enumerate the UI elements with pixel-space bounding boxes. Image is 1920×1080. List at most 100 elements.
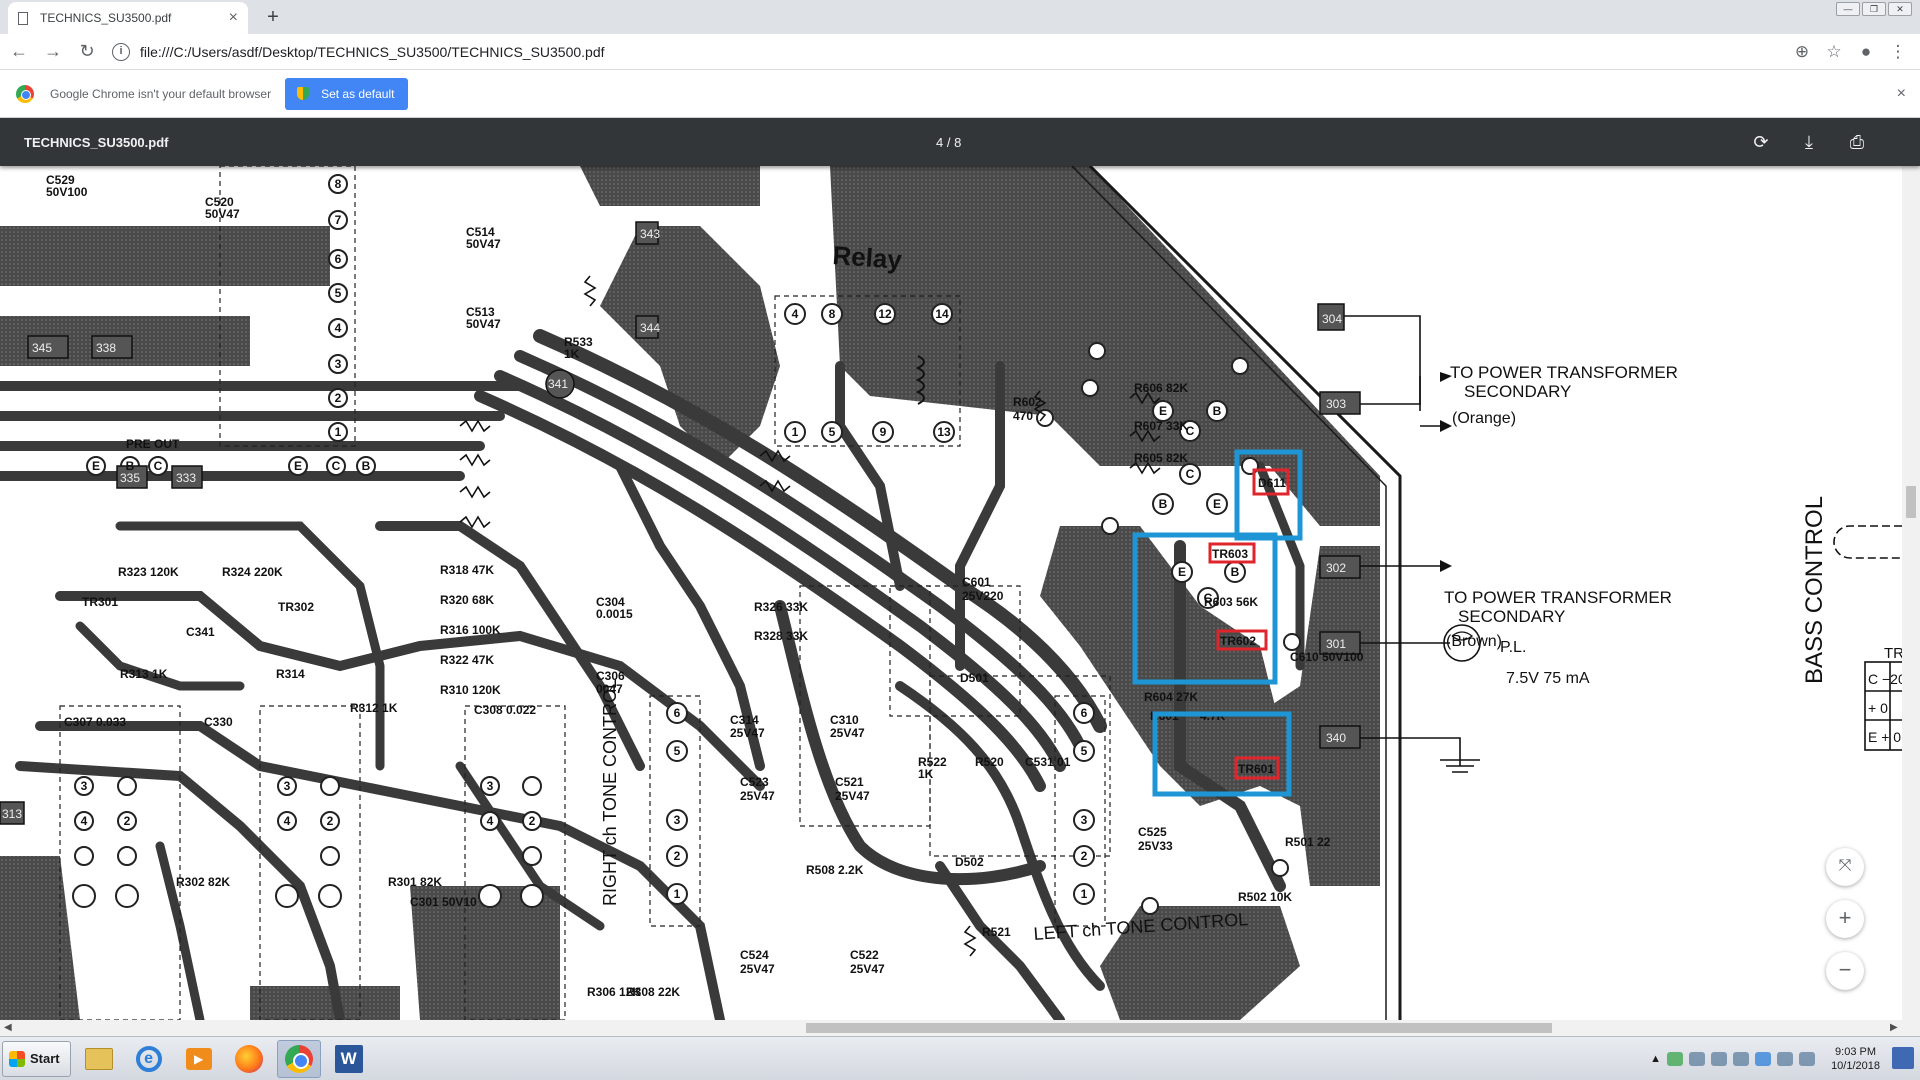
component-label: R301 82K <box>388 875 442 889</box>
secondary-label-2: SECONDARY <box>1458 607 1565 626</box>
component-label: R520 <box>975 755 1004 769</box>
taskbar-clock[interactable]: 9:03 PM 10/1/2018 <box>1831 1045 1880 1073</box>
component-label: R324 220K <box>222 565 283 579</box>
pad-label: 301 <box>1326 637 1346 651</box>
taskbar-media-player[interactable]: ▶ <box>177 1040 221 1078</box>
tray-network-icon[interactable] <box>1689 1052 1706 1066</box>
start-button[interactable]: Start <box>2 1040 71 1077</box>
horizontal-scrollbar[interactable]: ◀ ▶ <box>0 1020 1920 1036</box>
set-as-default-label: Set as default <box>321 86 395 101</box>
component-label: 1K <box>918 767 934 781</box>
default-browser-infobar: Google Chrome isn't your default browser… <box>0 70 1920 118</box>
pdf-toolbar: TECHNICS_SU3500.pdf 4 / 8 ⟳ ⤓ ⎙ <box>0 118 1920 166</box>
pad-label: 335 <box>120 471 140 485</box>
zoom-icon[interactable]: ⊕ <box>1786 37 1818 67</box>
tray-security-icon[interactable] <box>1711 1052 1728 1066</box>
pilot-lamp-rating: 7.5V 75 mA <box>1506 670 1590 687</box>
pin-number: 5 <box>335 286 342 300</box>
pad-label: 343 <box>640 227 660 241</box>
pin-number: 5 <box>1081 744 1088 758</box>
component-label: R312 1K <box>350 701 398 715</box>
reload-button[interactable]: ↻ <box>72 37 102 67</box>
forward-button[interactable]: → <box>38 37 68 67</box>
address-bar[interactable]: i file:///C:/Users/asdf/Desktop/TECHNICS… <box>112 38 1786 66</box>
profile-icon[interactable]: ● <box>1850 37 1882 67</box>
browser-tab[interactable]: TECHNICS_SU3500.pdf × <box>8 2 248 34</box>
infobar-close-icon[interactable]: × <box>1897 85 1906 103</box>
taskbar-chrome[interactable] <box>276 1039 321 1078</box>
component-label: 50V100 <box>46 185 88 199</box>
tray-signal-icon[interactable] <box>1777 1052 1794 1066</box>
tray-app-icon[interactable] <box>1667 1052 1684 1066</box>
pad-label: 302 <box>1326 561 1346 575</box>
new-tab-button[interactable]: + <box>260 4 286 30</box>
pin-number: 4 <box>284 814 291 828</box>
minimize-button[interactable]: — <box>1836 2 1860 16</box>
pad-label: 304 <box>1322 312 1342 326</box>
firefox-icon <box>234 1044 263 1073</box>
component-label: R313 1K <box>120 667 168 681</box>
component-label: 50V47 <box>466 317 501 331</box>
taskbar-word[interactable]: W <box>327 1040 371 1078</box>
transistor-pin: B <box>1213 404 1222 418</box>
vertical-scroll-thumb[interactable] <box>1906 486 1916 518</box>
bookmark-star-icon[interactable]: ☆ <box>1818 37 1850 67</box>
window-controls: — ❐ ✕ <box>1836 2 1912 16</box>
chrome-icon <box>284 1044 313 1073</box>
restore-button[interactable]: ❐ <box>1862 2 1886 16</box>
print-icon[interactable]: ⎙ <box>1844 129 1870 155</box>
back-button[interactable]: ← <box>4 37 34 67</box>
menu-icon[interactable]: ⋮ <box>1882 37 1914 67</box>
vertical-scrollbar[interactable] <box>1902 166 1920 1020</box>
component-label: C531 01 <box>1025 755 1071 769</box>
fit-to-page-button[interactable]: ⤧ <box>1826 848 1864 886</box>
component-label: R326 33K <box>754 600 808 614</box>
tray-expand-icon[interactable]: ▲ <box>1650 1053 1661 1065</box>
scroll-right-arrow-icon[interactable]: ▶ <box>1890 1020 1898 1036</box>
component-label: TR302 <box>278 600 314 614</box>
scroll-left-arrow-icon[interactable]: ◀ <box>4 1020 12 1036</box>
zoom-in-button[interactable]: + <box>1826 900 1864 938</box>
download-icon[interactable]: ⤓ <box>1796 129 1822 155</box>
pin-number: 3 <box>487 779 494 793</box>
component-label: C610 50V100 <box>1290 650 1364 664</box>
tray-update-icon[interactable] <box>1755 1052 1772 1066</box>
to-power-label-2: TO POWER TRANSFORMER <box>1444 588 1672 607</box>
pad-label: 333 <box>176 471 196 485</box>
d611-label: D611 <box>1258 476 1286 490</box>
component-label: C521 <box>835 775 864 789</box>
tray-sync-icon[interactable] <box>1733 1052 1750 1066</box>
tab-title: TECHNICS_SU3500.pdf <box>40 11 172 25</box>
pin-number: 6 <box>1081 706 1088 720</box>
zoom-out-button[interactable]: − <box>1826 952 1864 990</box>
pin-number: 1 <box>674 887 681 901</box>
word-icon: W <box>334 1044 363 1073</box>
taskbar-internet-explorer[interactable]: e <box>127 1040 171 1078</box>
horizontal-scroll-thumb[interactable] <box>806 1023 1552 1033</box>
pdf-page-content[interactable]: Relay TO POWER TRANSFORMER SECONDARY (Or… <box>0 166 1902 1020</box>
pin-number: 6 <box>674 706 681 720</box>
bass-control-outline <box>1833 525 1902 559</box>
component-label: C522 <box>850 948 879 962</box>
notification-icon[interactable] <box>1892 1047 1914 1069</box>
pdf-title: TECHNICS_SU3500.pdf <box>24 134 169 150</box>
tab-close-icon[interactable]: × <box>229 9 238 27</box>
pin-number: 9 <box>880 425 887 439</box>
component-label: 50V47 <box>205 207 240 221</box>
transistor-pin: E <box>1213 497 1221 511</box>
taskbar-file-explorer[interactable] <box>77 1040 121 1078</box>
rotate-icon[interactable]: ⟳ <box>1748 129 1774 155</box>
pin-number: 2 <box>674 849 681 863</box>
component-label: 25V47 <box>850 962 885 976</box>
pin-number: 8 <box>335 177 342 191</box>
tray-volume-icon[interactable] <box>1799 1052 1816 1066</box>
windows-logo-icon <box>9 1050 25 1067</box>
close-window-button[interactable]: ✕ <box>1888 2 1912 16</box>
info-icon[interactable]: i <box>112 42 130 61</box>
tab-strip: TECHNICS_SU3500.pdf × + — ❐ ✕ <box>0 0 1920 34</box>
component-label: R605 82K <box>1134 451 1188 465</box>
component-label: R602 <box>1013 395 1042 409</box>
set-as-default-button[interactable]: Set as default <box>285 77 409 110</box>
pad-label: 340 <box>1326 731 1346 745</box>
taskbar-firefox[interactable] <box>227 1040 271 1078</box>
